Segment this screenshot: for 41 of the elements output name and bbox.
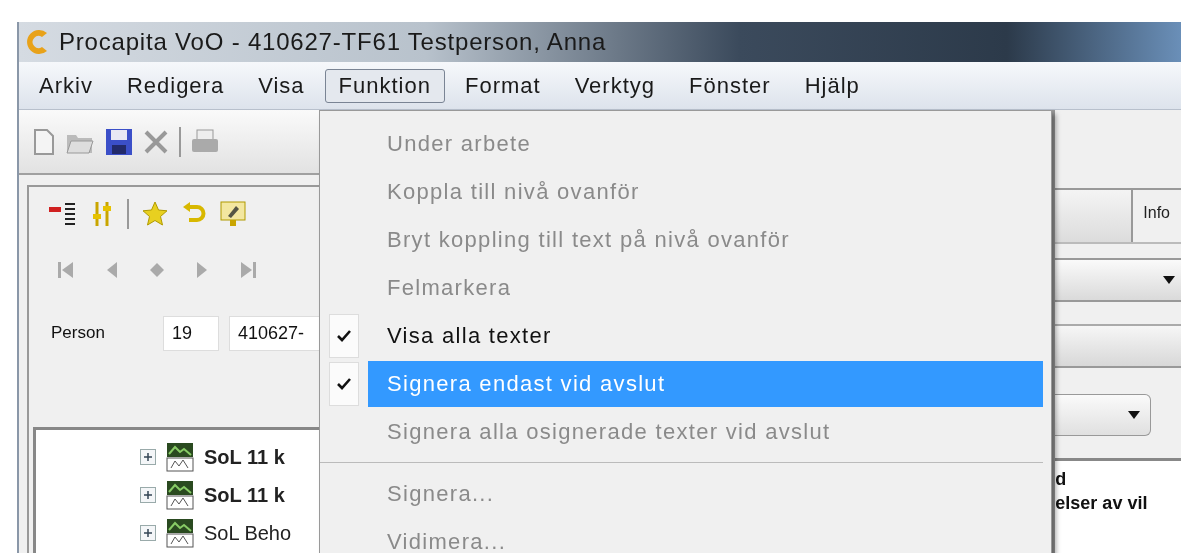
menu-item[interactable]: Arkiv	[25, 68, 107, 103]
previous-icon[interactable]	[105, 260, 119, 280]
next-icon[interactable]	[195, 260, 209, 280]
menu-item[interactable]: Visa	[244, 68, 319, 103]
person-label: Person	[51, 323, 106, 343]
document-picture-icon	[166, 480, 194, 510]
document-picture-icon	[166, 442, 194, 472]
menu-item[interactable]: Redigera	[112, 68, 239, 103]
star-icon[interactable]	[141, 200, 169, 228]
tab[interactable]: Info	[1133, 190, 1170, 242]
printer-icon[interactable]	[191, 128, 219, 155]
menu-item[interactable]: Funktion	[324, 68, 445, 103]
dropdown-field[interactable]	[1055, 258, 1181, 302]
menu-item[interactable]: Format	[450, 68, 555, 103]
monitor-icon[interactable]	[219, 200, 247, 228]
century-field[interactable]: 19	[163, 315, 219, 351]
dropdown-field[interactable]	[1055, 394, 1152, 436]
window-title: Procapita VoO - 410627-TF61 Testperson, Anna	[59, 28, 607, 56]
caret-icon	[1128, 411, 1141, 419]
document-picture-icon	[166, 518, 194, 548]
tree-item[interactable]: SoL 11 k	[204, 445, 285, 469]
first-record-icon[interactable]	[57, 260, 75, 280]
text-line: d	[1055, 468, 1068, 491]
tree-item[interactable]: SoL Beho	[204, 521, 292, 545]
tree-item[interactable]: SoL 11 k	[204, 483, 285, 507]
menu-item[interactable]: Fönster	[675, 68, 785, 103]
caret-icon	[1163, 276, 1175, 284]
menu-item[interactable]: Visa alla texter	[368, 313, 1043, 359]
tab[interactable]	[1055, 190, 1134, 242]
save-icon[interactable]	[105, 127, 133, 156]
list-icon[interactable]	[47, 201, 77, 227]
text-line: elser av vil	[1055, 492, 1149, 515]
diamond-icon[interactable]	[149, 262, 165, 278]
menu-item[interactable]: Verktyg	[560, 68, 670, 103]
expand-icon[interactable]	[140, 525, 156, 541]
expand-icon[interactable]	[140, 487, 156, 503]
expand-icon[interactable]	[140, 449, 156, 465]
new-document-icon[interactable]	[33, 128, 55, 155]
last-record-icon[interactable]	[239, 260, 257, 280]
menu-item[interactable]: Hjälp	[790, 68, 874, 103]
delete-icon[interactable]	[143, 128, 169, 155]
